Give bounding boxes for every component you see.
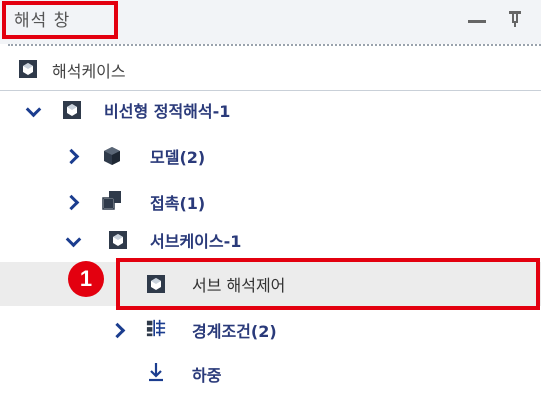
analysis-case-icon [19, 60, 37, 78]
tree-item-label: 경계조건(2) [192, 322, 277, 341]
tree-item-subcase[interactable]: 서브케이스-1 [0, 222, 541, 258]
tree-item-boundary-condition[interactable]: 경계조건(2) [0, 312, 541, 348]
titlebar-divider [8, 44, 541, 46]
minimize-icon[interactable] [468, 12, 486, 26]
tree-item-nonlinear-static[interactable]: 비선형 정적해석-1 [0, 92, 541, 128]
tree-item-label: 서브케이스-1 [150, 232, 242, 251]
contact-icon [102, 191, 121, 210]
tree-item-load[interactable]: 하중 [0, 356, 541, 392]
chevron-right-icon[interactable] [64, 149, 78, 163]
tree-item-label: 모델(2) [150, 148, 206, 167]
tree-item-contact[interactable]: 접촉(1) [0, 184, 541, 220]
tree-item-model[interactable]: 모델(2) [0, 138, 541, 174]
boundary-condition-icon [146, 319, 166, 337]
tree-item-label: 비선형 정적해석-1 [104, 102, 231, 121]
pin-icon[interactable] [508, 9, 522, 29]
chevron-down-icon[interactable] [66, 235, 80, 249]
chevron-down-icon[interactable] [26, 105, 40, 119]
model-cube-icon [104, 147, 120, 165]
analysis-case-label: 해석케이스 [52, 62, 126, 81]
analysis-case-header[interactable]: 해석케이스 [0, 48, 541, 90]
header-separator [0, 90, 541, 91]
chevron-right-icon[interactable] [64, 195, 78, 209]
tree-item-label: 접촉(1) [150, 194, 206, 213]
step-callout-badge: 1 [68, 261, 104, 297]
selection-highlight-box [116, 258, 540, 310]
subcase-icon [109, 231, 127, 249]
analysis-case-icon [63, 101, 81, 119]
panel-titlebar: 해석 창 [0, 0, 541, 44]
load-arrow-icon [149, 363, 163, 382]
analysis-panel: 해석 창 해석케이스 비선형 정적해석-1 모델(2) 접촉(1) 서브케이스-… [0, 0, 541, 393]
tree-item-label: 하중 [192, 366, 222, 385]
chevron-right-icon[interactable] [110, 323, 124, 337]
title-highlight-box [2, 1, 118, 39]
